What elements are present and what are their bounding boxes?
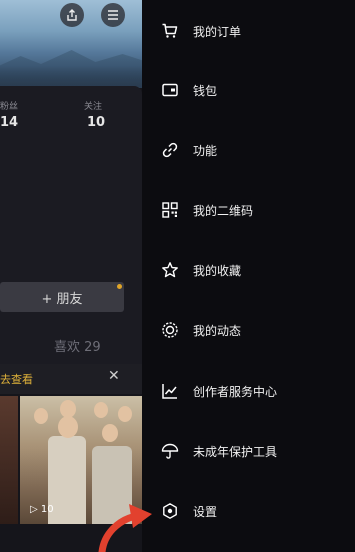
add-friend-label: + 朋友 — [41, 291, 83, 307]
menu-label-wallet: 钱包 — [193, 83, 218, 98]
settings-icon — [160, 501, 180, 521]
menu-label-creator-center: 创作者服务中心 — [193, 384, 278, 399]
menu-item-features[interactable]: 功能 — [142, 130, 355, 170]
link-icon — [160, 140, 180, 160]
menu-item-settings[interactable]: 设置 — [142, 491, 355, 531]
menu-label-activity: 我的动态 — [193, 323, 242, 338]
profile-stats-card — [0, 86, 142, 366]
menu-item-activity[interactable]: 我的动态 — [142, 310, 355, 350]
likes-tab[interactable]: 喜欢 29 — [54, 336, 101, 355]
qrcode-icon — [160, 200, 180, 220]
wallet-icon — [160, 80, 180, 100]
following-label: 关注 — [84, 102, 103, 112]
menu-label-favorites: 我的收藏 — [193, 263, 242, 278]
menu-label-settings: 设置 — [193, 504, 218, 519]
side-drawer-menu: 我的订单 钱包 功能 我的二维码 我的收藏 我的动态 创作者服务中心 未成年保护… — [142, 0, 355, 552]
play-count: ▷ 10 — [30, 504, 54, 515]
menu-item-orders[interactable]: 我的订单 — [142, 11, 355, 51]
add-friend-button[interactable]: + 朋友 — [0, 282, 124, 312]
notice-bar: 去查看 ✕ — [0, 364, 142, 394]
menu-label-features: 功能 — [193, 143, 218, 158]
followers-count[interactable]: 14 — [0, 115, 18, 130]
star-icon — [160, 260, 180, 280]
menu-item-creator-center[interactable]: 创作者服务中心 — [142, 371, 355, 411]
menu-item-qrcode[interactable]: 我的二维码 — [142, 190, 355, 230]
menu-item-wallet[interactable]: 钱包 — [142, 70, 355, 110]
menu-label-minor-protection: 未成年保护工具 — [193, 444, 278, 459]
notice-text[interactable]: 去查看 — [0, 371, 33, 387]
chart-icon — [160, 381, 180, 401]
following-count[interactable]: 10 — [87, 115, 105, 130]
close-icon[interactable]: ✕ — [108, 368, 120, 384]
menu-label-qrcode: 我的二维码 — [193, 203, 254, 218]
menu-label-orders: 我的订单 — [193, 24, 242, 39]
notification-dot — [117, 284, 122, 289]
menu-item-minor-protection[interactable]: 未成年保护工具 — [142, 431, 355, 471]
annotation-arrow-icon — [98, 504, 152, 552]
share-icon[interactable] — [60, 3, 84, 27]
menu-item-favorites[interactable]: 我的收藏 — [142, 250, 355, 290]
umbrella-icon — [160, 441, 180, 461]
video-thumbnail[interactable] — [0, 396, 18, 524]
menu-icon[interactable] — [101, 3, 125, 27]
followers-label: 粉丝 — [0, 102, 19, 112]
activity-icon — [160, 320, 180, 340]
cart-icon — [160, 21, 180, 41]
profile-page-background: 粉丝 14 关注 10 + 朋友 喜欢 29 去查看 ✕ ▷ 10 — [0, 0, 142, 552]
